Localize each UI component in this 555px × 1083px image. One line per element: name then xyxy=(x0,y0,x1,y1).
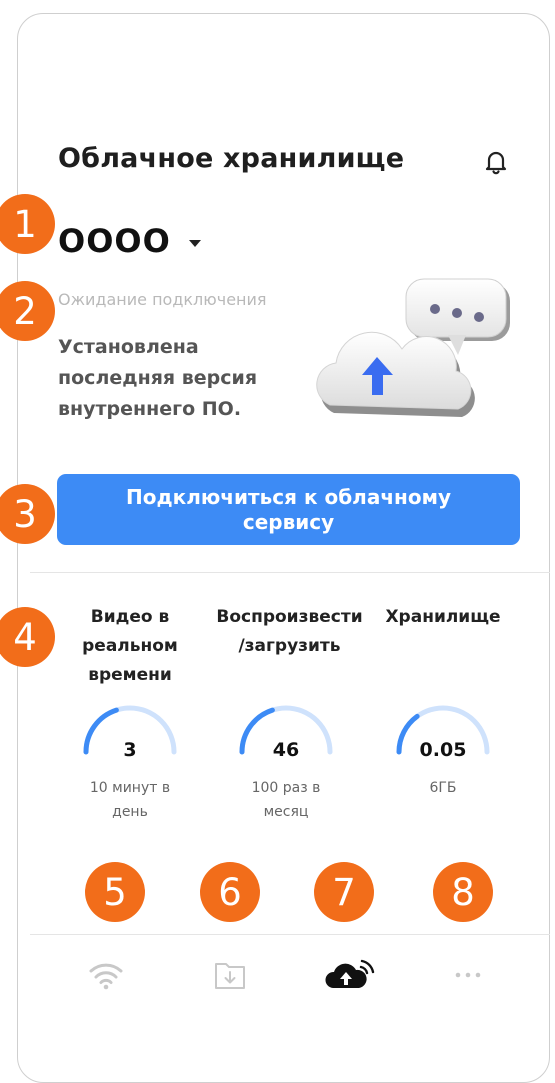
wifi-icon[interactable] xyxy=(86,955,126,995)
more-icon[interactable] xyxy=(448,955,488,995)
page-title: Облачное хранилище xyxy=(58,143,405,174)
gauge-limit: 10 минут в день xyxy=(89,780,171,820)
stat-realtime-video: Видео в реальном времени xyxy=(55,603,205,690)
divider xyxy=(30,572,550,573)
annotation-badge: 6 xyxy=(200,862,260,922)
stat-playback: Воспроизвести /загрузить xyxy=(212,603,367,661)
gauge-limit: 100 раз в месяц xyxy=(251,780,321,820)
device-selector[interactable]: OOOO xyxy=(58,222,201,260)
stat-label: Хранилище xyxy=(385,607,501,627)
cloud-upload-illustration xyxy=(308,275,523,435)
gauge-limit: 6ГБ xyxy=(429,780,457,796)
connection-status: Ожидание подключения xyxy=(58,290,267,309)
annotation-badge: 8 xyxy=(433,862,493,922)
chevron-down-icon xyxy=(188,239,201,247)
gauge-value: 46 xyxy=(272,739,300,761)
annotation-badge: 5 xyxy=(85,862,145,922)
bell-icon[interactable] xyxy=(484,149,508,175)
annotation-badge: 7 xyxy=(314,862,374,922)
divider xyxy=(30,934,550,935)
stat-storage: Хранилище xyxy=(368,603,518,632)
firmware-status: Установлена последняя версия внутреннего… xyxy=(58,336,258,420)
gauge-value: 0.05 xyxy=(419,739,467,761)
cloud-upload-icon[interactable] xyxy=(325,955,375,995)
device-name: OOOO xyxy=(58,222,171,260)
stat-label: Воспроизвести /загрузить xyxy=(216,607,363,656)
download-icon[interactable] xyxy=(210,955,250,995)
gauge-value: 3 xyxy=(123,739,137,761)
stat-label: Видео в реальном времени xyxy=(82,607,178,685)
connect-cloud-button[interactable]: Подключиться к облачному сервису xyxy=(57,474,520,545)
